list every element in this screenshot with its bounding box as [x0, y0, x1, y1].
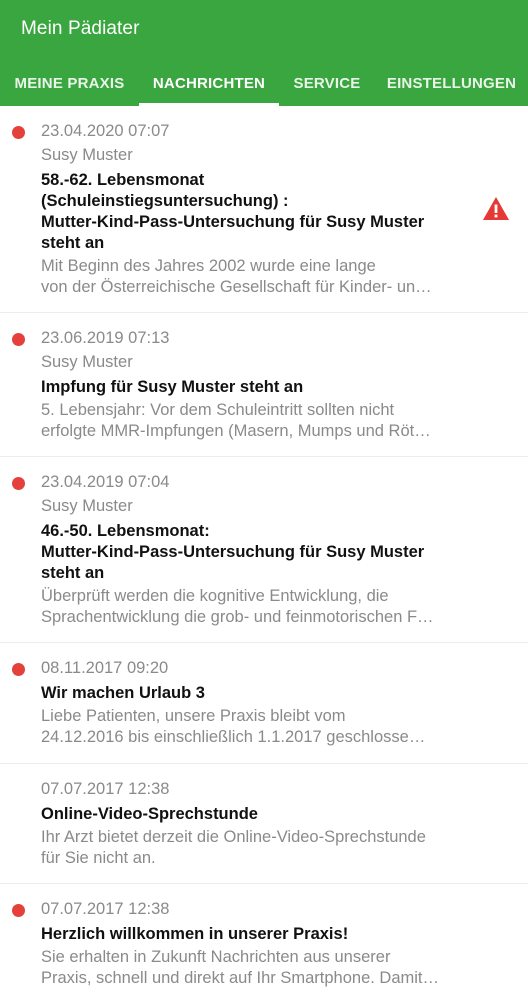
subject-line: 46.-50. Lebensmonat:: [41, 522, 210, 540]
app-bar: Mein Pädiater MEINE PRAXIS NACHRICHTEN S…: [0, 0, 528, 106]
message-preview: 5. Lebensjahr: Vor dem Schuleintritt sol…: [41, 400, 466, 442]
subject-line: (Schuleinstiegsuntersuchung) :: [41, 192, 289, 210]
tab-einstellungen[interactable]: EINSTELLUNGEN: [375, 60, 528, 106]
message-subject: Online-Video-Sprechstunde: [41, 804, 441, 825]
tab-nachrichten[interactable]: NACHRICHTEN: [139, 60, 279, 106]
message-preview: Ihr Arzt bietet derzeit die Online-Video…: [41, 827, 466, 869]
message-subject: 58.-62. Lebensmonat (Schuleinstiegsunter…: [41, 170, 441, 254]
preview-line: Überprüft werden die kognitive Entwicklu…: [41, 587, 389, 605]
preview-line: Sie erhalten in Zukunft Nachrichten aus …: [41, 948, 391, 966]
message-subject: Wir machen Urlaub 3: [41, 683, 441, 704]
preview-line: 5. Lebensjahr: Vor dem Schuleintritt sol…: [41, 401, 395, 419]
preview-line: von der Österreichische Gesellschaft für…: [41, 278, 432, 296]
subject-line: Mutter-Kind-Pass-Untersuchung für Susy M…: [41, 213, 425, 231]
unread-dot: [12, 126, 25, 139]
message-item[interactable]: 23.04.2020 07:07 Susy Muster 58.-62. Leb…: [0, 106, 528, 313]
message-item[interactable]: 07.07.2017 12:38 Online-Video-Sprechstun…: [0, 764, 528, 884]
preview-line: Ihr Arzt bietet derzeit die Online-Video…: [41, 828, 426, 846]
message-preview: Mit Beginn des Jahres 2002 wurde eine la…: [41, 256, 466, 298]
message-item[interactable]: 23.06.2019 07:13 Susy Muster Impfung für…: [0, 313, 528, 457]
subject-line: Online-Video-Sprechstunde: [41, 805, 258, 823]
preview-line: Praxis, schnell und direkt auf Ihr Smart…: [41, 969, 440, 987]
warning-icon: [483, 197, 509, 220]
message-date: 23.04.2019 07:04: [41, 473, 170, 491]
message-subject: Impfung für Susy Muster steht an: [41, 377, 441, 398]
subject-line: 58.-62. Lebensmonat: [41, 171, 205, 189]
message-sender: Susy Muster: [41, 353, 133, 371]
message-date: 07.07.2017 12:38: [41, 900, 170, 918]
unread-dot: [12, 904, 25, 917]
message-item[interactable]: 07.07.2017 12:38 Herzlich willkommen in …: [0, 884, 528, 999]
message-sender: Susy Muster: [41, 146, 133, 164]
preview-line: für Sie nicht an.: [41, 849, 156, 867]
app-title: Mein Pädiater: [21, 18, 140, 39]
preview-line: 24.12.2016 bis einschließlich 1.1.2017 g…: [41, 728, 426, 746]
message-item[interactable]: 08.11.2017 09:20 Wir machen Urlaub 3 Lie…: [0, 643, 528, 764]
subject-line: Mutter-Kind-Pass-Untersuchung für Susy M…: [41, 543, 425, 561]
message-sender: Susy Muster: [41, 497, 133, 515]
preview-line: erfolgte MMR-Impfungen (Masern, Mumps un…: [41, 422, 431, 440]
tab-meine-praxis[interactable]: MEINE PRAXIS: [0, 60, 139, 106]
message-subject: 46.-50. Lebensmonat: Mutter-Kind-Pass-Un…: [41, 521, 441, 584]
preview-line: Mit Beginn des Jahres 2002 wurde eine la…: [41, 257, 376, 275]
message-item[interactable]: 23.04.2019 07:04 Susy Muster 46.-50. Leb…: [0, 457, 528, 643]
subject-line: steht an: [41, 564, 105, 582]
preview-line: Sprachentwicklung die grob- und feinmoto…: [41, 608, 434, 626]
subject-line: Impfung für Susy Muster steht an: [41, 378, 304, 396]
message-preview: Sie erhalten in Zukunft Nachrichten aus …: [41, 947, 466, 989]
unread-dot: [12, 333, 25, 346]
preview-line: Liebe Patienten, unsere Praxis bleibt vo…: [41, 707, 346, 725]
message-preview: Liebe Patienten, unsere Praxis bleibt vo…: [41, 706, 466, 748]
tab-service[interactable]: SERVICE: [279, 60, 375, 106]
subject-line: steht an: [41, 234, 105, 252]
message-date: 23.06.2019 07:13: [41, 329, 170, 347]
message-date: 07.07.2017 12:38: [41, 780, 170, 798]
message-date: 08.11.2017 09:20: [41, 659, 169, 677]
message-date: 23.04.2020 07:07: [41, 122, 170, 140]
subject-line: Herzlich willkommen in unserer Praxis!: [41, 925, 349, 943]
unread-dot: [12, 477, 25, 490]
message-subject: Herzlich willkommen in unserer Praxis!: [41, 924, 441, 945]
subject-line: Wir machen Urlaub 3: [41, 684, 205, 702]
message-list: 23.04.2020 07:07 Susy Muster 58.-62. Leb…: [0, 106, 528, 999]
tab-bar: MEINE PRAXIS NACHRICHTEN SERVICE EINSTEL…: [0, 60, 528, 106]
unread-dot: [12, 663, 25, 676]
message-preview: Überprüft werden die kognitive Entwicklu…: [41, 586, 466, 628]
tab-nachrichten-label: NACHRICHTEN: [152, 74, 266, 92]
